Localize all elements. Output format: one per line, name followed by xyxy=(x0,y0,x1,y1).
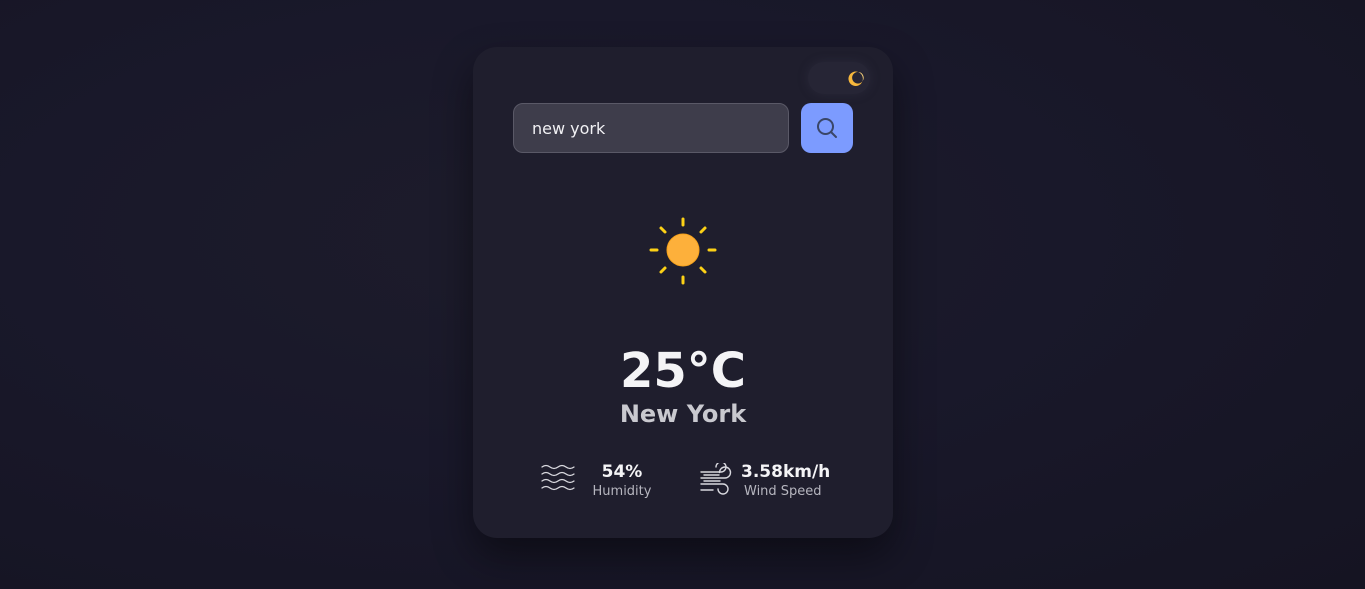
sun-icon xyxy=(649,217,717,285)
moon-icon xyxy=(848,71,864,86)
wind-label: Wind Speed xyxy=(744,484,822,499)
search-button[interactable] xyxy=(801,103,853,153)
search-icon xyxy=(817,118,837,138)
waves-icon xyxy=(541,464,575,491)
wind-value: 3.58km/h xyxy=(741,462,831,482)
humidity-detail: 54% Humidity xyxy=(541,461,661,501)
temperature: 25°C xyxy=(619,343,747,399)
humidity-label: Humidity xyxy=(592,484,652,499)
weather-card: 25°C New York 54% Humidity 3.58km/h xyxy=(473,47,893,538)
wind-detail: 3.58km/h Wind Speed xyxy=(699,461,859,501)
search-input[interactable] xyxy=(513,103,789,153)
wind-icon xyxy=(700,463,732,495)
city-name: New York xyxy=(619,400,747,428)
theme-toggle[interactable] xyxy=(808,62,870,94)
humidity-value: 54% xyxy=(601,462,643,482)
